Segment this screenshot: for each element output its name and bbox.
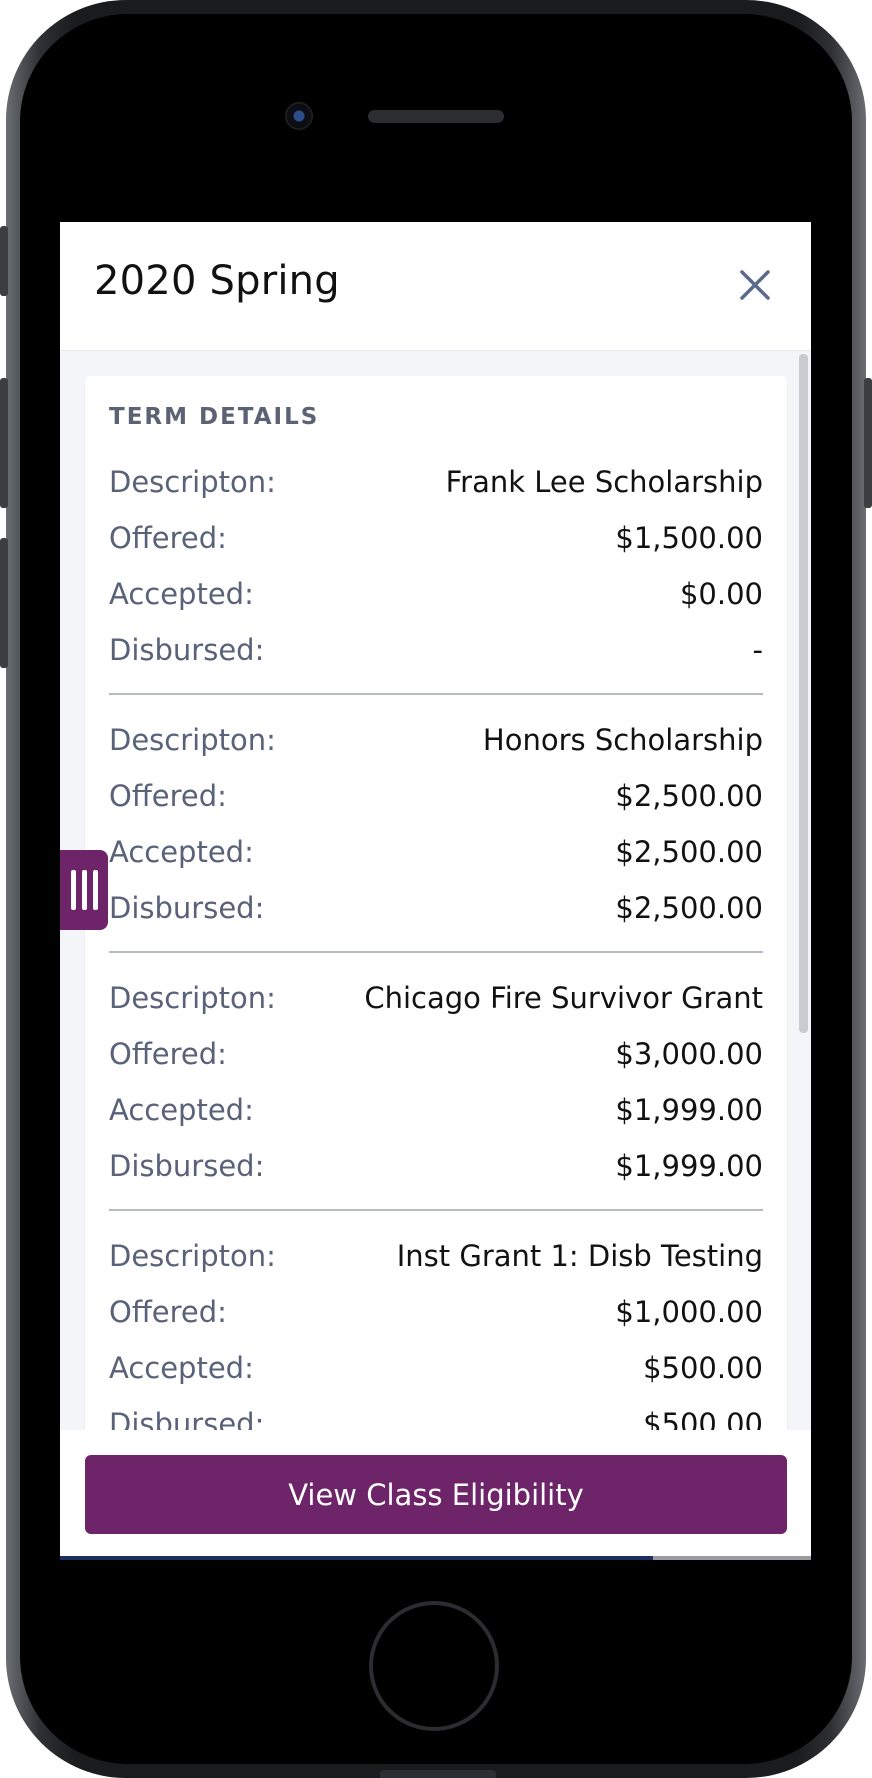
offered-label: Offered: [109, 1295, 227, 1329]
offered-label: Offered: [109, 779, 227, 813]
scrollbar-thumb[interactable] [799, 354, 808, 1033]
accepted-label: Accepted: [109, 835, 254, 869]
award-divider [109, 1209, 763, 1211]
scrollbar[interactable] [797, 351, 809, 1430]
description-label: Descripton: [109, 465, 276, 499]
description-row: Descripton: Frank Lee Scholarship [109, 454, 763, 510]
disbursed-label: Disbursed: [109, 1407, 265, 1430]
section-heading: TERM DETAILS [109, 404, 320, 430]
award-item: Descripton: Honors Scholarship Offered: … [109, 712, 763, 936]
disbursed-row: Disbursed: - [109, 622, 763, 678]
earpiece-speaker [368, 110, 504, 123]
modal-title: 2020 Spring [94, 258, 340, 304]
disbursed-value: $1,999.00 [615, 1149, 763, 1183]
award-divider [109, 951, 763, 953]
disbursed-value: $500.00 [643, 1407, 763, 1430]
accepted-value: $2,500.00 [615, 835, 763, 869]
drag-handle-icon [71, 870, 76, 910]
award-item: Descripton: Chicago Fire Survivor Grant … [109, 970, 763, 1194]
disbursed-label: Disbursed: [109, 1149, 265, 1183]
drag-handle-icon [82, 870, 87, 910]
accepted-row: Accepted: $2,500.00 [109, 824, 763, 880]
offered-row: Offered: $2,500.00 [109, 768, 763, 824]
modal-footer: View Class Eligibility [60, 1430, 811, 1560]
description-value: Frank Lee Scholarship [445, 465, 763, 499]
page-progress-bar [60, 1556, 811, 1560]
offered-row: Offered: $1,500.00 [109, 510, 763, 566]
close-icon [740, 270, 770, 300]
volume-up-button [0, 378, 8, 508]
description-row: Descripton: Chicago Fire Survivor Grant [109, 970, 763, 1026]
offered-value: $1,000.00 [615, 1295, 763, 1329]
home-button[interactable] [369, 1601, 499, 1731]
front-camera [285, 102, 313, 130]
view-class-eligibility-button[interactable]: View Class Eligibility [85, 1455, 787, 1534]
power-button [864, 378, 872, 508]
modal-body[interactable]: TERM DETAILS Descripton: Frank Lee Schol… [60, 351, 811, 1430]
volume-down-button [0, 538, 8, 668]
award-divider [109, 693, 763, 695]
modal-header: 2020 Spring [60, 222, 811, 351]
description-value: Inst Grant 1: Disb Testing [396, 1239, 763, 1273]
disbursed-value: - [752, 633, 763, 667]
description-value: Honors Scholarship [482, 723, 763, 757]
description-row: Descripton: Inst Grant 1: Disb Testing [109, 1228, 763, 1284]
bottom-connector [380, 1770, 496, 1778]
disbursed-label: Disbursed: [109, 633, 265, 667]
disbursed-label: Disbursed: [109, 891, 265, 925]
disbursed-row: Disbursed: $1,999.00 [109, 1138, 763, 1194]
offered-row: Offered: $3,000.00 [109, 1026, 763, 1082]
award-item: Descripton: Inst Grant 1: Disb Testing O… [109, 1228, 763, 1430]
accepted-row: Accepted: $0.00 [109, 566, 763, 622]
description-row: Descripton: Honors Scholarship [109, 712, 763, 768]
accepted-value: $500.00 [643, 1351, 763, 1385]
offered-label: Offered: [109, 1037, 227, 1071]
side-button [0, 226, 8, 296]
accepted-value: $1,999.00 [615, 1093, 763, 1127]
drag-handle-icon [93, 870, 98, 910]
accepted-label: Accepted: [109, 577, 254, 611]
offered-label: Offered: [109, 521, 227, 555]
disbursed-row: Disbursed: $2,500.00 [109, 880, 763, 936]
term-details-card: TERM DETAILS Descripton: Frank Lee Schol… [85, 376, 787, 1430]
drawer-handle[interactable] [60, 850, 108, 930]
description-label: Descripton: [109, 723, 276, 757]
offered-row: Offered: $1,000.00 [109, 1284, 763, 1340]
page-progress-fill [60, 1556, 654, 1560]
close-button[interactable] [732, 262, 778, 308]
description-label: Descripton: [109, 1239, 276, 1273]
accepted-row: Accepted: $500.00 [109, 1340, 763, 1396]
disbursed-value: $2,500.00 [615, 891, 763, 925]
description-label: Descripton: [109, 981, 276, 1015]
offered-value: $1,500.00 [615, 521, 763, 555]
accepted-label: Accepted: [109, 1093, 254, 1127]
offered-value: $2,500.00 [615, 779, 763, 813]
screen: 2020 Spring TERM DETAILS Descripton: Fra… [60, 222, 811, 1560]
accepted-label: Accepted: [109, 1351, 254, 1385]
disbursed-row: Disbursed: $500.00 [109, 1396, 763, 1430]
accepted-row: Accepted: $1,999.00 [109, 1082, 763, 1138]
accepted-value: $0.00 [679, 577, 763, 611]
description-value: Chicago Fire Survivor Grant [364, 981, 763, 1015]
offered-value: $3,000.00 [615, 1037, 763, 1071]
award-item: Descripton: Frank Lee Scholarship Offere… [109, 454, 763, 678]
device-frame: 2020 Spring TERM DETAILS Descripton: Fra… [0, 0, 872, 1778]
